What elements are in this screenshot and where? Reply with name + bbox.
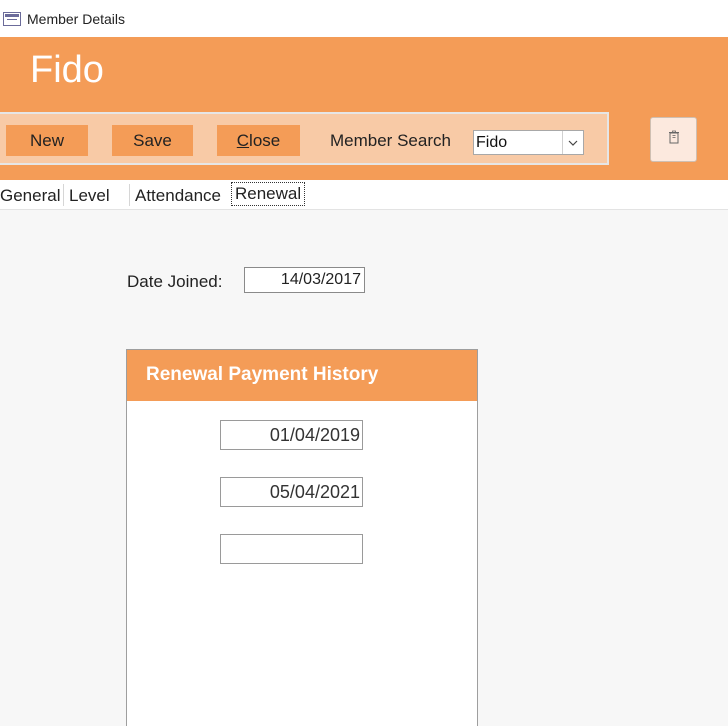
member-search-label: Member Search xyxy=(330,131,451,150)
tab-attendance[interactable]: Attendance xyxy=(135,186,221,206)
renewal-payment-field[interactable] xyxy=(220,534,363,564)
renewal-payment-field[interactable]: 05/04/2021 xyxy=(220,477,363,507)
delete-record-button[interactable] xyxy=(650,117,697,162)
renewal-panel-title: Renewal Payment History xyxy=(146,364,379,385)
title-bar: Member Details xyxy=(0,0,728,37)
new-button[interactable]: New xyxy=(6,125,88,156)
chevron-down-icon[interactable] xyxy=(562,131,583,154)
tab-bar: General Level Attendance Renewal xyxy=(0,180,728,210)
tab-renewal[interactable]: Renewal xyxy=(231,182,306,206)
tab-level[interactable]: Level xyxy=(69,186,110,206)
renewal-payment-field[interactable]: 01/04/2019 xyxy=(220,420,363,450)
form-header: Fido New Save Close Member Search Fido xyxy=(0,37,728,180)
window-title: Member Details xyxy=(27,10,126,27)
save-button[interactable]: Save xyxy=(112,125,193,156)
tab-divider xyxy=(63,184,64,206)
renewal-panel-header: Renewal Payment History xyxy=(127,350,477,401)
tab-divider xyxy=(129,184,130,206)
close-button[interactable]: Close xyxy=(217,125,300,156)
member-search-value: Fido xyxy=(476,134,508,151)
record-title: Fido xyxy=(30,49,104,91)
tab-general[interactable]: General xyxy=(0,186,60,206)
date-joined-label: Date Joined: xyxy=(127,272,223,291)
close-accelerator: C xyxy=(236,130,250,150)
trash-icon xyxy=(668,130,680,149)
close-label-rest: lose xyxy=(249,130,281,150)
date-joined-field[interactable]: 14/03/2017 xyxy=(244,267,365,293)
form-window-icon xyxy=(3,11,21,26)
toolbar: New Save Close Member Search Fido xyxy=(0,112,609,165)
renewal-payment-panel: Renewal Payment History 01/04/2019 05/04… xyxy=(126,349,478,726)
member-search-combo[interactable]: Fido xyxy=(473,130,584,155)
